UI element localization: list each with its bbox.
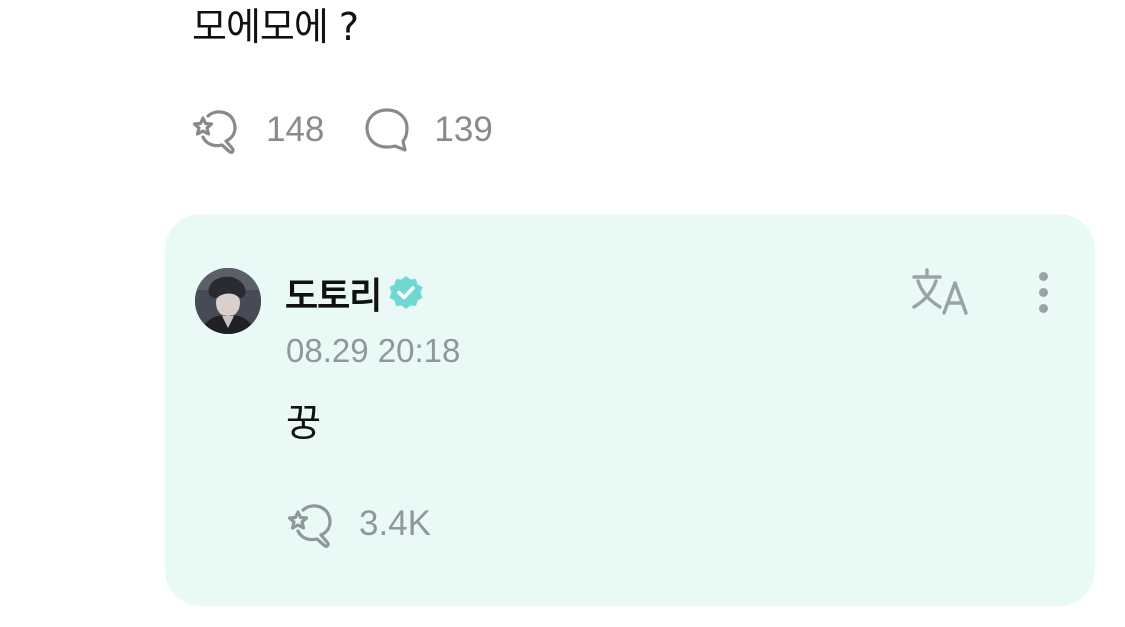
reply-text: 꿍 bbox=[286, 401, 321, 445]
post-comment-button[interactable]: 139 bbox=[362, 105, 493, 155]
author-row: 도토리 bbox=[285, 268, 425, 318]
post-comment-count: 139 bbox=[434, 110, 493, 149]
more-vertical-icon bbox=[1038, 271, 1048, 281]
like-icon bbox=[192, 110, 237, 154]
like-icon bbox=[287, 504, 332, 548]
avatar[interactable] bbox=[195, 268, 261, 334]
translate-icon bbox=[912, 268, 968, 315]
comment-icon bbox=[365, 108, 410, 152]
translate-button[interactable] bbox=[910, 266, 972, 318]
reply-like-button[interactable]: 3.4K bbox=[287, 498, 431, 550]
post-actions: 148 139 bbox=[192, 104, 531, 156]
more-options-button[interactable] bbox=[1025, 266, 1061, 318]
verified-badge-icon bbox=[389, 276, 423, 309]
post-like-button[interactable]: 148 bbox=[192, 104, 324, 156]
reply-like-count: 3.4K bbox=[359, 504, 431, 543]
reply-actions: 3.4K bbox=[287, 498, 431, 550]
post-text: 모에모에 ? bbox=[192, 5, 359, 49]
avatar-image bbox=[195, 268, 261, 334]
reply-card: 도토리 08.29 20:18 꿍 3.4K bbox=[165, 214, 1095, 606]
timestamp: 08.29 20:18 bbox=[286, 332, 461, 369]
author-name[interactable]: 도토리 bbox=[285, 267, 382, 319]
comment-thread: 모에모에 ? 148 139 도토리 08.29 20:18 꿍 3.4K bbox=[0, 0, 1125, 627]
post-like-count: 148 bbox=[266, 110, 325, 149]
